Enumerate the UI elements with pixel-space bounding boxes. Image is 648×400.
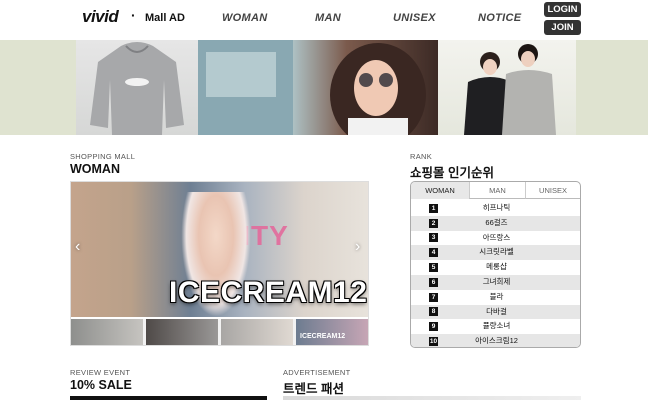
top-navigation: vivid · Mall AD WOMAN MAN UNISEX NOTICE … [0, 0, 648, 40]
rank-item[interactable]: 5 메롱샵 [411, 260, 580, 275]
model-illustration [198, 40, 426, 135]
hero-image-hoodie[interactable] [76, 40, 198, 135]
carousel-prev-icon[interactable]: ‹ [75, 238, 80, 256]
nav-notice[interactable]: NOTICE [478, 12, 521, 24]
event-section-subtitle: REVIEW EVENT [70, 368, 131, 377]
rank-item[interactable]: 6 그녀희제 [411, 275, 580, 290]
ad-section-subtitle: ADVERTISEMENT [283, 368, 351, 377]
rank-shop-name[interactable]: 시크릿라벨 [439, 245, 554, 260]
rank-item[interactable]: 4 시크릿라벨 [411, 245, 580, 261]
rank-number-badge: 10 [429, 337, 438, 347]
tab-unisex[interactable]: UNISEX [525, 182, 580, 199]
nav-man[interactable]: MAN [315, 12, 341, 24]
rank-item[interactable]: 3 아뜨랑스 [411, 230, 580, 246]
rank-shop-name[interactable]: 그녀희제 [439, 275, 554, 290]
rank-number-badge: 4 [429, 248, 438, 258]
tab-man[interactable]: MAN [469, 182, 525, 199]
thumbnail-2[interactable] [146, 319, 218, 345]
rank-number-badge: 3 [429, 233, 438, 243]
rank-number-badge: 5 [429, 263, 438, 273]
rank-section-subtitle: RANK [410, 152, 433, 161]
couple-illustration [464, 44, 556, 135]
rank-shop-name[interactable]: 히프나틱 [439, 201, 554, 216]
rank-shop-name[interactable]: 아뜨랑스 [439, 231, 554, 246]
carousel-thumbnails: ICECREAM12 [71, 319, 368, 345]
nav-woman[interactable]: WOMAN [222, 12, 268, 24]
thumbnail-3[interactable] [221, 319, 293, 345]
thumbnail-4[interactable]: ICECREAM12 [296, 319, 368, 345]
rank-number-badge: 2 [429, 218, 438, 228]
thumbnail-1[interactable] [71, 319, 143, 345]
hero-image-sunglasses-model[interactable] [198, 40, 438, 135]
hero-banner[interactable] [0, 40, 648, 135]
tab-woman[interactable]: WOMAN [411, 182, 469, 199]
rank-item[interactable]: 1 히프나틱 [411, 201, 580, 216]
nav-unisex[interactable]: UNISEX [393, 12, 436, 24]
rank-item[interactable]: 2 66걸즈 [411, 215, 580, 231]
rank-number-badge: 8 [429, 307, 438, 317]
brand-logo[interactable]: vivid [82, 7, 119, 27]
rank-shop-name[interactable]: 퓰량소녀 [439, 319, 554, 334]
rank-shop-name[interactable]: 다바걸 [439, 305, 554, 320]
hero-image-couple[interactable] [438, 40, 576, 135]
carousel-next-icon[interactable]: › [355, 238, 360, 256]
rank-shop-name[interactable]: 블라 [439, 290, 554, 305]
rank-item[interactable]: 10 아이스크림12 [411, 334, 580, 347]
rank-number-badge: 6 [429, 277, 438, 287]
rank-shop-name[interactable]: 66걸즈 [439, 216, 554, 231]
brand-separator: · [131, 7, 136, 23]
rank-number-badge: 9 [429, 322, 438, 332]
woman-carousel[interactable]: CITY ICECREAM12 ‹ › ICECREAM12 [70, 181, 369, 346]
hoodie-illustration [90, 42, 184, 135]
rank-number-badge: 7 [429, 292, 438, 302]
event-banner[interactable] [70, 396, 267, 400]
rank-item[interactable]: 9 퓰량소녀 [411, 319, 580, 335]
login-button[interactable]: LOGIN [544, 2, 581, 17]
rank-number-badge: 1 [429, 203, 438, 213]
rank-shop-name[interactable]: 메롱샵 [439, 260, 554, 275]
ad-banner[interactable] [283, 396, 581, 400]
brand-subtitle[interactable]: Mall AD [145, 12, 185, 24]
event-section-title: 10% SALE [70, 378, 132, 392]
rank-item[interactable]: 7 블라 [411, 289, 580, 305]
woman-section-subtitle: SHOPPING MALL [70, 152, 136, 161]
rank-tabs: WOMAN MAN UNISEX [411, 182, 580, 199]
rank-section-title: 쇼핑몰 인기순위 [410, 166, 494, 180]
woman-section-title: WOMAN [70, 162, 120, 176]
rank-list: WOMAN MAN UNISEX 1 히프나틱 2 66걸즈 3 아뜨랑스 4 시크릿라벨 5 메… [410, 181, 581, 348]
ad-section-title: 트렌드 패션 [283, 382, 344, 396]
rank-shop-name[interactable]: 아이스크림12 [439, 334, 554, 347]
join-button[interactable]: JOIN [544, 20, 581, 35]
rank-item[interactable]: 8 다바걸 [411, 304, 580, 320]
slide-caption: ICECREAM12 [169, 276, 368, 309]
